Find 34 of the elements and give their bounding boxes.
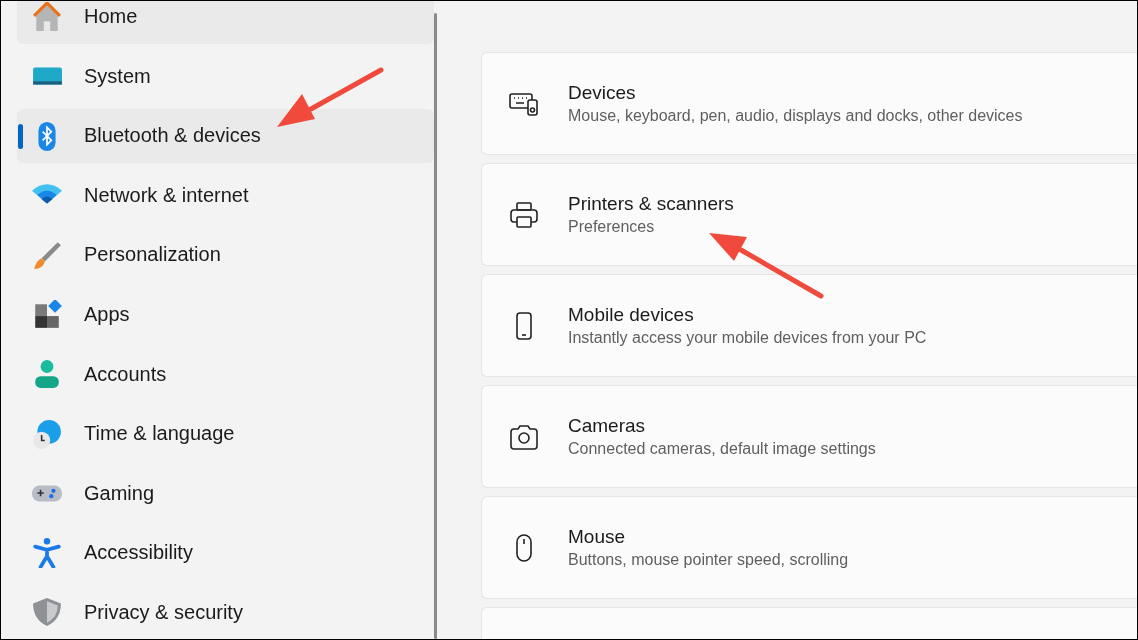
card-description: Buttons, mouse pointer speed, scrolling xyxy=(568,551,849,569)
sidebar-item[interactable]: Privacy & security xyxy=(17,585,434,639)
paintbrush-icon xyxy=(32,239,62,270)
card-description: Instantly access your mobile devices from your PC xyxy=(568,329,927,347)
apps-icon xyxy=(32,299,62,330)
card-title: Cameras xyxy=(568,415,647,437)
shield-icon xyxy=(32,597,62,628)
sidebar-item[interactable]: Gaming xyxy=(17,466,434,520)
settings-card[interactable]: Mouse Buttons, mouse pointer speed, scrolling xyxy=(481,496,1137,599)
card-title: Mouse xyxy=(568,526,627,548)
sidebar-item[interactable]: Personalization xyxy=(17,228,434,282)
scrollbar[interactable] xyxy=(434,13,437,639)
card-title: Mobile devices xyxy=(568,304,695,326)
sidebar-item[interactable]: Bluetooth & devices xyxy=(17,109,434,163)
selection-indicator xyxy=(18,124,23,150)
sidebar-item[interactable]: Home xyxy=(17,1,434,44)
accessibility-icon xyxy=(32,537,62,568)
settings-card[interactable]: Cameras Connected cameras, default image settings xyxy=(481,385,1137,488)
settings-card[interactable]: Devices Mouse, keyboard, pen, audio, displays and docks, other devices xyxy=(481,52,1137,155)
sidebar-item[interactable]: Network & internet xyxy=(17,168,434,223)
sidebar-item[interactable]: Time & language xyxy=(17,406,434,461)
settings-card[interactable]: Printers & scanners Preferences xyxy=(481,163,1137,266)
sidebar-item[interactable]: Apps xyxy=(17,287,434,342)
card-title: Printers & scanners xyxy=(568,193,734,215)
settings-card[interactable]: Mobile devices Instantly access your mobile devices from your PC xyxy=(481,274,1137,377)
card-description: Preferences xyxy=(568,218,656,236)
sidebar-item[interactable]: System xyxy=(17,49,434,104)
card-description: Connected cameras, default image settings xyxy=(568,440,876,458)
sidebar-item[interactable]: Accounts xyxy=(17,347,434,401)
globe-clock-icon xyxy=(32,418,62,449)
card-description: Mouse, keyboard, pen, audio, displays and docks, other devices xyxy=(568,107,1023,125)
person-icon xyxy=(32,359,62,390)
card-title: Devices xyxy=(568,82,637,104)
sidebar-item[interactable]: Accessibility xyxy=(17,525,434,580)
